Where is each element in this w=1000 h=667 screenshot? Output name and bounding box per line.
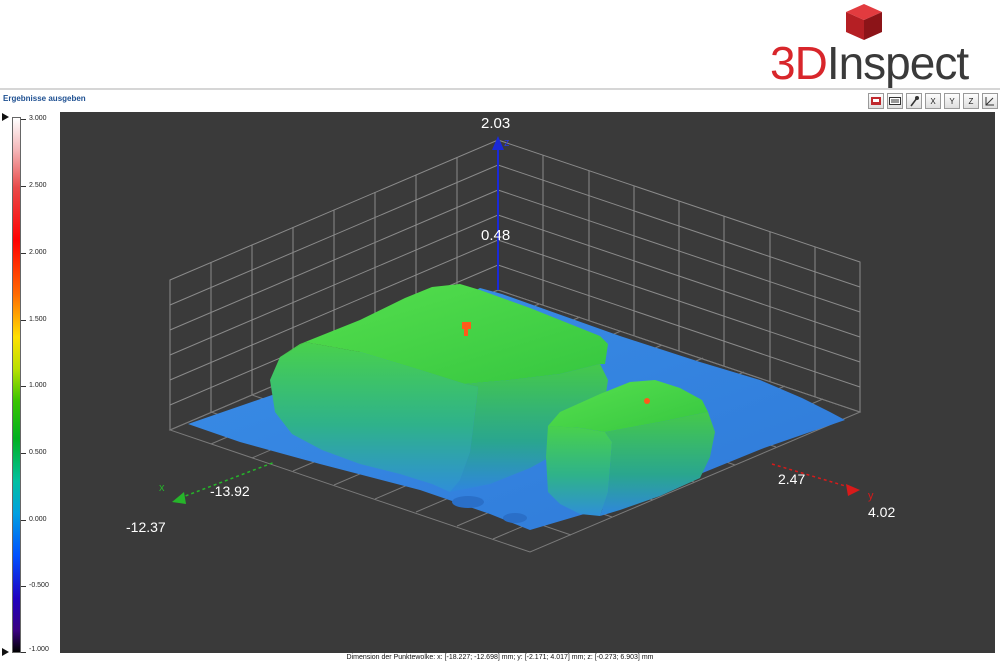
z-mid-label: 0.48: [481, 227, 511, 244]
point-cloud-dimensions: Dimension der Punktewolke: x: [-18.227; …: [346, 654, 654, 661]
measure-marker-icon[interactable]: [644, 398, 650, 404]
brand-name: 3DInspect: [770, 37, 969, 89]
legend-tick: [21, 586, 26, 587]
legend-tick: [21, 253, 26, 254]
brand-suffix: Inspect: [826, 37, 969, 89]
surface-pit: [503, 513, 527, 523]
legend-tick-label: -0.500: [29, 582, 49, 589]
panel-title: Ergebnisse ausgeben: [3, 94, 86, 103]
view-y-label: Y: [949, 96, 955, 106]
legend-tick-label: 0.500: [29, 449, 47, 456]
pipette-icon: [910, 96, 919, 107]
legend-tick-label: 2.500: [29, 182, 47, 189]
legend-tick: [21, 186, 26, 187]
pick-point-button[interactable]: [906, 93, 922, 109]
y-axis-arrow-icon: [846, 484, 860, 496]
cube-logo-icon: [846, 4, 882, 40]
legend-tick-label: 0.000: [29, 516, 47, 523]
x-axis-arrow-icon: [172, 492, 186, 504]
surface-pit: [452, 496, 484, 508]
legend-max-arrow-icon: [2, 113, 9, 121]
legend-tick: [21, 520, 26, 521]
brand-prefix: 3D: [770, 37, 828, 89]
view-iso-button[interactable]: [982, 93, 998, 109]
view-z-button[interactable]: Z: [963, 93, 979, 109]
y-axis-name: y: [868, 490, 874, 502]
legend-tick-label: 1.500: [29, 316, 47, 323]
brand-logo: 3DInspect: [754, 2, 994, 88]
legend-tick-label: 1.000: [29, 382, 47, 389]
3d-viewport[interactable]: 2.03 z 0.48 x -13.92 -12.37 2.47 y 4.02: [60, 112, 995, 653]
header-divider: [0, 88, 1000, 90]
x-min-label: -12.37: [126, 519, 166, 535]
z-axis-name: z: [504, 137, 510, 149]
y-inner-label: 2.47: [778, 471, 806, 487]
export-image-button[interactable]: [868, 93, 884, 109]
legend-tick: [21, 119, 26, 120]
export-image-icon: [871, 97, 881, 105]
y-max-label: 4.02: [868, 504, 896, 520]
color-scale-bar: [12, 117, 21, 653]
legend-tick-label: 2.000: [29, 249, 47, 256]
legend-tick: [21, 652, 26, 653]
keyboard-icon: [889, 97, 901, 105]
axes-icon: [985, 97, 994, 106]
z-max-label: 2.03: [481, 115, 511, 132]
view-y-button[interactable]: Y: [944, 93, 960, 109]
legend-tick-label: -1.000: [29, 646, 49, 653]
view-x-button[interactable]: X: [925, 93, 941, 109]
legend-tick: [21, 453, 26, 454]
view-toolbar: X Y Z: [868, 93, 998, 109]
legend-tick-label: 3.000: [29, 115, 47, 122]
x-inner-label: -13.92: [210, 483, 250, 499]
legend-tick: [21, 320, 26, 321]
x-axis-name: x: [159, 482, 165, 494]
legend-tick: [21, 386, 26, 387]
keyboard-button[interactable]: [887, 93, 903, 109]
z-axis-arrow-icon: [492, 136, 504, 150]
view-x-label: X: [930, 96, 936, 106]
view-z-label: Z: [968, 96, 974, 106]
point-cloud-render: [168, 136, 862, 553]
